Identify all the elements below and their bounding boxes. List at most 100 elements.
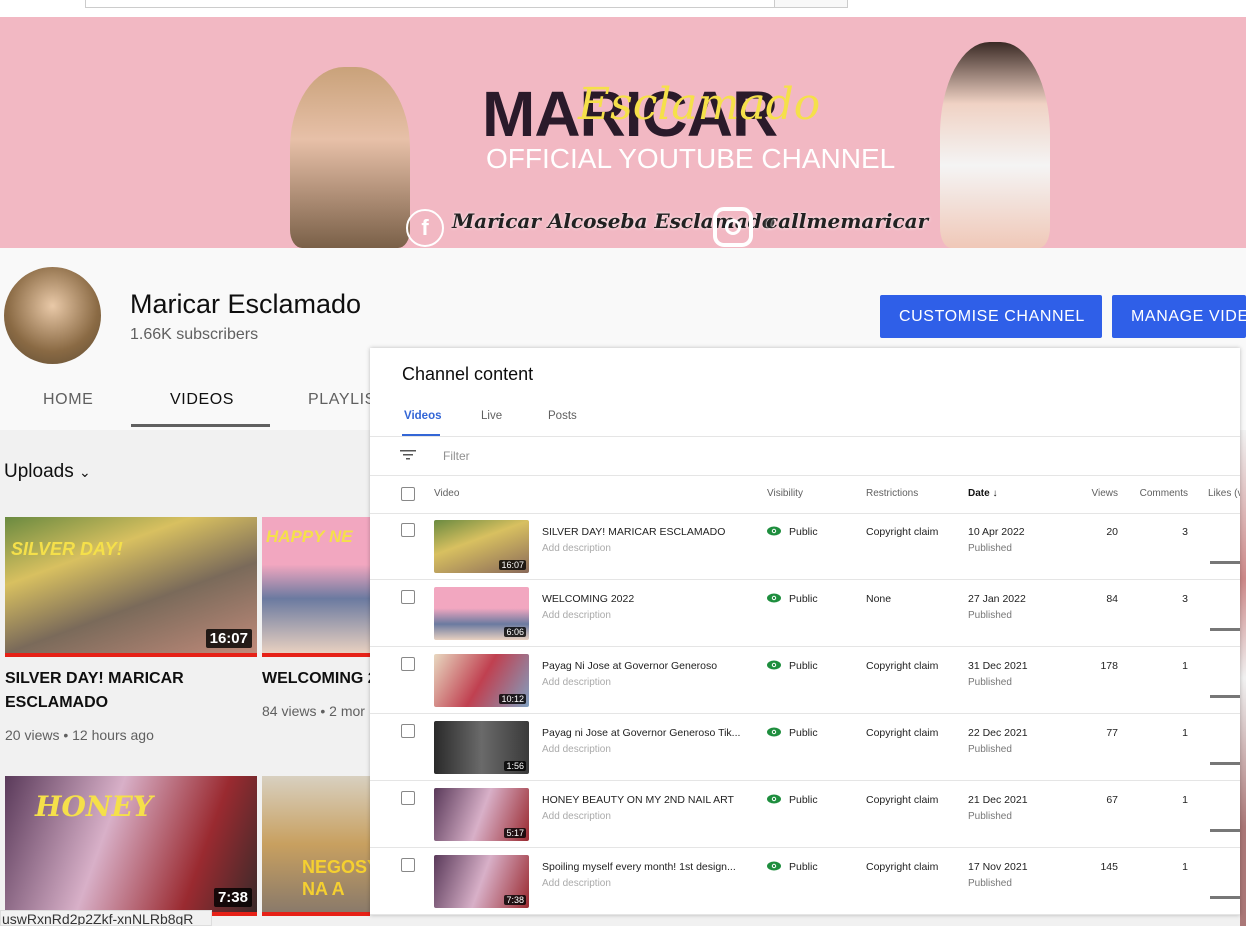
- video-thumbnail[interactable]: 1:56: [434, 721, 529, 774]
- thumbnail-overlay-text: HONEY: [35, 790, 153, 823]
- table-row[interactable]: 5:17 HONEY BEAUTY ON MY 2ND NAIL ART Add…: [370, 781, 1240, 848]
- avatar[interactable]: [4, 267, 101, 364]
- video-thumbnail[interactable]: 5:17: [434, 788, 529, 841]
- row-checkbox[interactable]: [401, 858, 415, 872]
- likes-bar: [1210, 628, 1240, 631]
- video-thumbnail[interactable]: HONEY 7:38: [5, 776, 257, 916]
- visibility-value[interactable]: Public: [789, 727, 818, 739]
- comments-value: 3: [1182, 593, 1188, 605]
- table-row[interactable]: 16:07 SILVER DAY! MARICAR ESCLAMADO Add …: [370, 513, 1240, 580]
- comments-value: 3: [1182, 526, 1188, 538]
- video-description[interactable]: Add description: [542, 878, 611, 889]
- row-checkbox[interactable]: [401, 523, 415, 537]
- tab-videos[interactable]: VIDEOS: [170, 391, 234, 409]
- duration-badge: 10:12: [499, 694, 526, 704]
- comments-value: 1: [1182, 660, 1188, 672]
- video-title[interactable]: WELCOMING 2022: [542, 593, 634, 605]
- column-header-restrictions[interactable]: Restrictions: [866, 488, 918, 499]
- video-description[interactable]: Add description: [542, 677, 611, 688]
- uploads-label: Uploads: [4, 461, 74, 482]
- search-input[interactable]: [85, 0, 775, 8]
- search-button[interactable]: [774, 0, 848, 8]
- active-tab-indicator: [131, 424, 270, 427]
- manage-videos-button[interactable]: MANAGE VIDE: [1112, 295, 1246, 338]
- restrictions-value[interactable]: Copyright claim: [866, 727, 938, 739]
- duration-badge: 6:06: [504, 627, 526, 637]
- likes-bar: [1210, 896, 1240, 899]
- eye-icon: [767, 526, 781, 536]
- select-all-checkbox[interactable]: [401, 487, 415, 501]
- customise-channel-button[interactable]: CUSTOMISE CHANNEL: [880, 295, 1102, 338]
- arrow-down-icon: ↓: [992, 488, 998, 499]
- banner-script: Esclamado: [578, 79, 821, 130]
- visibility-value[interactable]: Public: [789, 526, 818, 538]
- video-thumbnail[interactable]: 16:07: [434, 520, 529, 573]
- filter-icon[interactable]: [400, 449, 416, 461]
- visibility-value[interactable]: Public: [789, 660, 818, 672]
- video-thumbnail[interactable]: 10:12: [434, 654, 529, 707]
- row-checkbox[interactable]: [401, 657, 415, 671]
- column-header-date[interactable]: Date ↓: [968, 488, 997, 499]
- filter-input[interactable]: Filter: [443, 449, 470, 463]
- restrictions-value[interactable]: Copyright claim: [866, 794, 938, 806]
- video-thumbnail[interactable]: NEGOSY NA A: [262, 776, 370, 916]
- video-description[interactable]: Add description: [542, 811, 611, 822]
- banner-instagram: callmemaricar: [766, 209, 929, 233]
- background-thumbnail-edge: [1240, 430, 1246, 926]
- tab-live[interactable]: Live: [481, 410, 502, 422]
- video-thumbnail[interactable]: 7:38: [434, 855, 529, 908]
- likes-bar: [1210, 829, 1240, 832]
- table-row[interactable]: 10:12 Payag Ni Jose at Governor Generoso…: [370, 647, 1240, 714]
- video-description[interactable]: Add description: [542, 543, 611, 554]
- column-header-likes[interactable]: Likes (v: [1208, 488, 1240, 499]
- column-header-comments[interactable]: Comments: [1140, 488, 1188, 499]
- column-header-views[interactable]: Views: [1092, 488, 1119, 499]
- channel-content-panel: Channel content Videos Live Posts Filter…: [370, 348, 1240, 915]
- table-row[interactable]: 7:38 Spoiling myself every month! 1st de…: [370, 848, 1240, 915]
- video-title[interactable]: HONEY BEAUTY ON MY 2ND NAIL ART: [542, 794, 734, 806]
- video-title[interactable]: Spoiling myself every month! 1st design.…: [542, 861, 736, 873]
- likes-bar: [1210, 695, 1240, 698]
- video-title[interactable]: Payag Ni Jose at Governor Generoso: [542, 660, 717, 672]
- date-label: Date: [968, 488, 990, 499]
- video-thumbnail[interactable]: 6:06: [434, 587, 529, 640]
- tab-home[interactable]: HOME: [43, 391, 93, 409]
- video-title[interactable]: SILVER DAY! MARICAR ESCLAMADO: [5, 667, 255, 715]
- chevron-down-icon: ⌄: [79, 464, 91, 480]
- row-checkbox[interactable]: [401, 724, 415, 738]
- duration-badge: 16:07: [499, 560, 526, 570]
- publish-status: Published: [968, 543, 1012, 554]
- date-value: 22 Dec 2021: [968, 727, 1028, 739]
- publish-status: Published: [968, 811, 1012, 822]
- tab-playlists[interactable]: PLAYLIS: [308, 391, 376, 409]
- row-checkbox[interactable]: [401, 590, 415, 604]
- facebook-icon: f: [406, 209, 444, 247]
- table-row[interactable]: 6:06 WELCOMING 2022 Add description Publ…: [370, 580, 1240, 647]
- visibility-value[interactable]: Public: [789, 861, 818, 873]
- visibility-value[interactable]: Public: [789, 794, 818, 806]
- video-title[interactable]: WELCOMING 2: [262, 667, 370, 691]
- restrictions-value[interactable]: Copyright claim: [866, 660, 938, 672]
- video-title[interactable]: SILVER DAY! MARICAR ESCLAMADO: [542, 526, 725, 538]
- video-title[interactable]: Payag ni Jose at Governor Generoso Tik..…: [542, 727, 740, 739]
- video-description[interactable]: Add description: [542, 610, 611, 621]
- row-checkbox[interactable]: [401, 791, 415, 805]
- duration-badge: 5:17: [504, 828, 526, 838]
- likes-bar: [1210, 561, 1240, 564]
- restrictions-value[interactable]: Copyright claim: [866, 526, 938, 538]
- restrictions-value[interactable]: None: [866, 593, 891, 605]
- video-description[interactable]: Add description: [542, 744, 611, 755]
- video-thumbnail[interactable]: SILVER DAY! 16:07: [5, 517, 257, 657]
- eye-icon: [767, 794, 781, 804]
- comments-value: 1: [1182, 861, 1188, 873]
- visibility-value[interactable]: Public: [789, 593, 818, 605]
- table-row[interactable]: 1:56 Payag ni Jose at Governor Generoso …: [370, 714, 1240, 781]
- publish-status: Published: [968, 744, 1012, 755]
- restrictions-value[interactable]: Copyright claim: [866, 861, 938, 873]
- banner-person-right: [940, 42, 1050, 248]
- tab-videos[interactable]: Videos: [404, 410, 442, 422]
- tab-posts[interactable]: Posts: [548, 410, 577, 422]
- uploads-dropdown[interactable]: Uploads ⌄: [4, 461, 91, 483]
- column-header-visibility[interactable]: Visibility: [767, 488, 803, 499]
- video-thumbnail[interactable]: HAPPY NE: [262, 517, 370, 657]
